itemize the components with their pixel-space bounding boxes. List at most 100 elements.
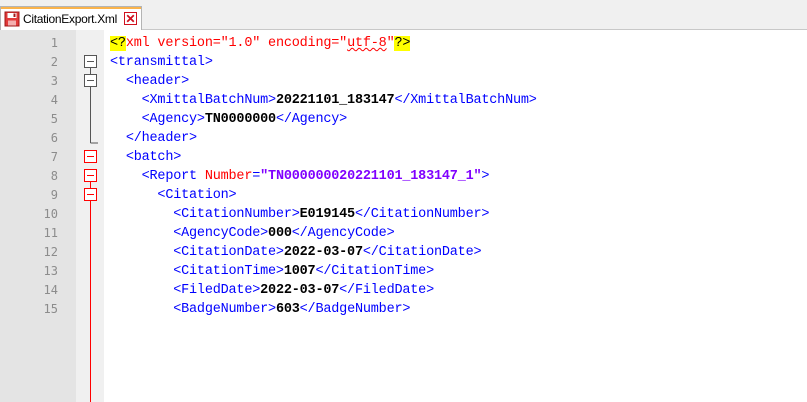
element-text: 1007 (283, 264, 316, 279)
code-line-9: 9 <Citation> (0, 186, 807, 205)
element-text: 603 (275, 302, 300, 317)
code-line-15: 15 <BadgeNumber>603</BadgeNumber> (0, 300, 807, 319)
pi-encoding-value: utf-8 (347, 36, 387, 51)
line-number: 12 (43, 245, 58, 259)
code-line-10: 10 <CitationNumber>E019145</CitationNumb… (0, 205, 807, 224)
open-tag: <transmittal> (110, 55, 213, 70)
open-tag: <CitationDate> (173, 245, 284, 260)
code-text[interactable]: <transmittal> (110, 53, 213, 72)
close-tag: </CitationTime> (315, 264, 434, 279)
open-tag: <Agency> (141, 112, 205, 127)
code-text[interactable]: <BadgeNumber>603</BadgeNumber> (110, 300, 410, 319)
element-text: 2022-03-07 (283, 245, 363, 260)
tab-active-indicator (1, 7, 141, 9)
line-number: 6 (50, 131, 58, 145)
line-number: 3 (50, 74, 58, 88)
line-number: 13 (43, 264, 58, 278)
code-line-7: 7 <batch> (0, 148, 807, 167)
line-number: 5 (50, 112, 58, 126)
attribute-name: Number (204, 169, 253, 184)
line-number: 4 (50, 93, 58, 107)
line-number: 7 (50, 150, 58, 164)
open-tag: <Citation> (157, 188, 237, 203)
close-tag: </Agency> (275, 112, 348, 127)
close-icon[interactable] (123, 12, 137, 25)
fold-minus-icon-active[interactable] (84, 188, 97, 201)
code-text[interactable]: <batch> (110, 148, 182, 167)
close-tag: </CitationDate> (362, 245, 482, 260)
code-text[interactable]: <CitationTime>1007</CitationTime> (110, 262, 434, 281)
code-text[interactable]: <CitationDate>2022-03-07</CitationDate> (110, 243, 481, 262)
line-number: 14 (43, 283, 58, 297)
code-text[interactable]: <Report Number="TN000000020221101_183147… (110, 167, 490, 186)
tab-bar: CitationExport.Xml (0, 0, 807, 30)
element-text: 2022-03-07 (260, 283, 340, 298)
tag-end: > (481, 169, 490, 184)
close-tag: </BadgeNumber> (299, 302, 411, 317)
pi-close: ?> (394, 36, 411, 51)
code-line-8: 8 <Report Number="TN000000020221101_1831… (0, 167, 807, 186)
fold-minus-icon-active[interactable] (84, 150, 97, 163)
tab-citation-export[interactable]: CitationExport.Xml (0, 6, 142, 30)
code-text[interactable]: <AgencyCode>000</AgencyCode> (110, 224, 394, 243)
code-line-14: 14 <FiledDate>2022-03-07</FiledDate> (0, 281, 807, 300)
open-tag: </header> (125, 131, 197, 146)
code-text[interactable]: <Agency>TN0000000</Agency> (110, 110, 348, 129)
code-text[interactable]: <FiledDate>2022-03-07</FiledDate> (110, 281, 434, 300)
close-tag: </XmittalBatchNum> (394, 93, 537, 108)
element-text: 20221101_183147 (275, 93, 395, 108)
save-disk-icon (4, 11, 20, 27)
line-number: 8 (50, 169, 58, 183)
open-tag: <AgencyCode> (173, 226, 269, 241)
code-text[interactable]: <header> (110, 72, 189, 91)
open-tag: <FiledDate> (173, 283, 261, 298)
code-line-13: 13 <CitationTime>1007</CitationTime> (0, 262, 807, 281)
open-tag: <BadgeNumber> (173, 302, 276, 317)
attribute-equals: = (252, 169, 261, 184)
code-text[interactable]: <Citation> (110, 186, 236, 205)
tag-start: <Report (141, 169, 205, 184)
open-tag: <header> (125, 74, 190, 89)
close-tag: </FiledDate> (339, 283, 434, 298)
code-line-4: 4 <XmittalBatchNum>20221101_183147</Xmit… (0, 91, 807, 110)
code-text[interactable]: <CitationNumber>E019145</CitationNumber> (110, 205, 489, 224)
line-number: 15 (43, 302, 58, 316)
open-tag: <CitationNumber> (173, 207, 300, 222)
fold-minus-icon[interactable] (84, 55, 97, 68)
code-editor[interactable]: 1 <?xml version="1.0" encoding="utf-8"?>… (0, 30, 807, 402)
code-text[interactable]: </header> (110, 129, 197, 148)
attribute-value: "TN000000020221101_183147_1" (260, 169, 482, 184)
pi-open: <? (110, 36, 126, 51)
close-tag: </AgencyCode> (291, 226, 395, 241)
line-number: 10 (43, 207, 58, 221)
code-line-3: 3 <header> (0, 72, 807, 91)
code-line-5: 5 <Agency>TN0000000</Agency> (0, 110, 807, 129)
code-line-12: 12 <CitationDate>2022-03-07</CitationDat… (0, 243, 807, 262)
line-number: 1 (50, 36, 58, 50)
code-line-11: 11 <AgencyCode>000</AgencyCode> (0, 224, 807, 243)
code-line-1: 1 <?xml version="1.0" encoding="utf-8"?> (0, 34, 807, 53)
element-text: TN0000000 (204, 112, 276, 127)
code-text[interactable]: <?xml version="1.0" encoding="utf-8"?> (110, 34, 410, 53)
editor-window: CitationExport.Xml 1 <?xml version="1.0"… (0, 0, 807, 402)
close-tag: </CitationNumber> (354, 207, 490, 222)
fold-minus-icon[interactable] (84, 74, 97, 87)
line-number: 2 (50, 55, 58, 69)
line-number: 11 (43, 226, 58, 240)
open-tag: <batch> (125, 150, 182, 165)
fold-minus-icon-active[interactable] (84, 169, 97, 182)
line-number: 9 (50, 188, 58, 202)
code-text[interactable]: <XmittalBatchNum>20221101_183147</Xmitta… (110, 91, 537, 110)
